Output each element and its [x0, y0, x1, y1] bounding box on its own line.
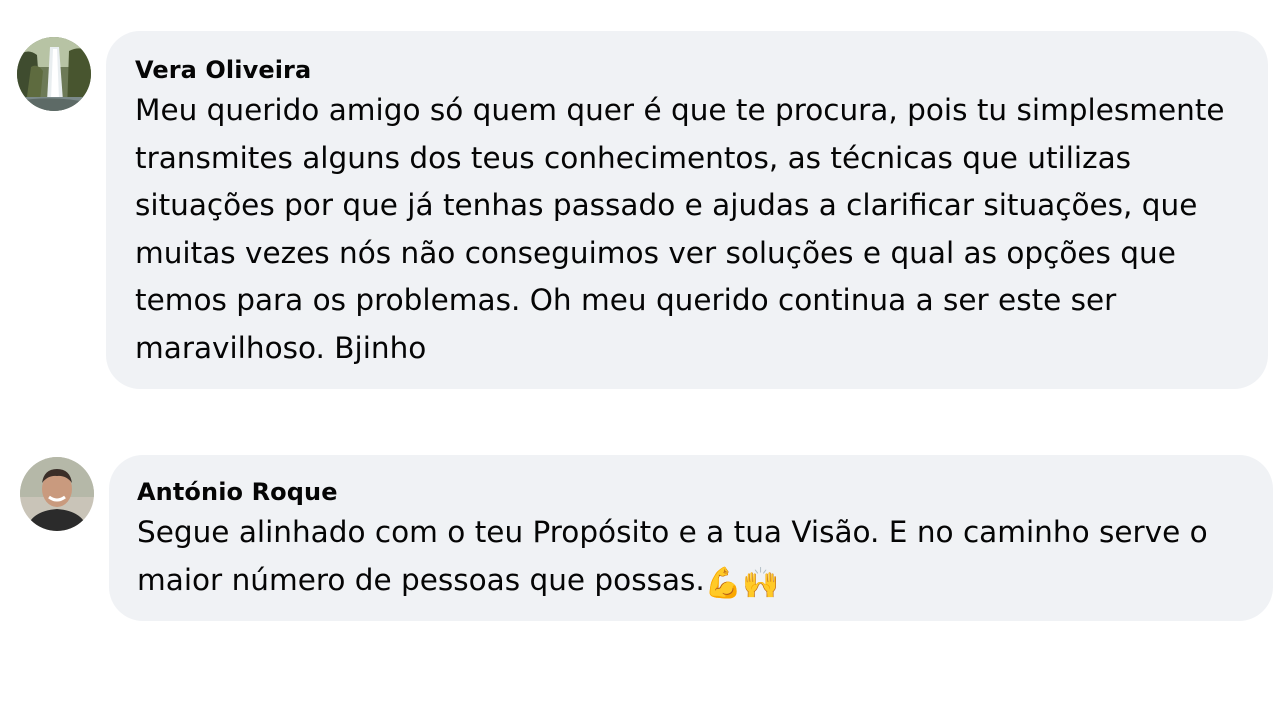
- avatar[interactable]: [20, 457, 94, 531]
- flexed-biceps-raising-hands-emoji-icon: 💪🙌: [704, 565, 780, 601]
- man-photo-avatar: [20, 457, 94, 531]
- comment-text: Segue alinhado com o teu Propósito e a t…: [137, 515, 1208, 597]
- waterfall-photo-avatar: [17, 37, 91, 111]
- comment-author[interactable]: Vera Oliveira: [135, 55, 1268, 85]
- comment-author[interactable]: António Roque: [137, 477, 1273, 507]
- avatar[interactable]: [17, 37, 91, 111]
- comment-bubble: António Roque Segue alinhado com o teu P…: [109, 455, 1273, 621]
- comment-bubble: Vera Oliveira Meu querido amigo só quem …: [106, 31, 1268, 389]
- comment-text: Meu querido amigo só quem quer é que te …: [135, 93, 1225, 365]
- comment-text-wrapper: Segue alinhado com o teu Propósito e a t…: [137, 509, 1257, 604]
